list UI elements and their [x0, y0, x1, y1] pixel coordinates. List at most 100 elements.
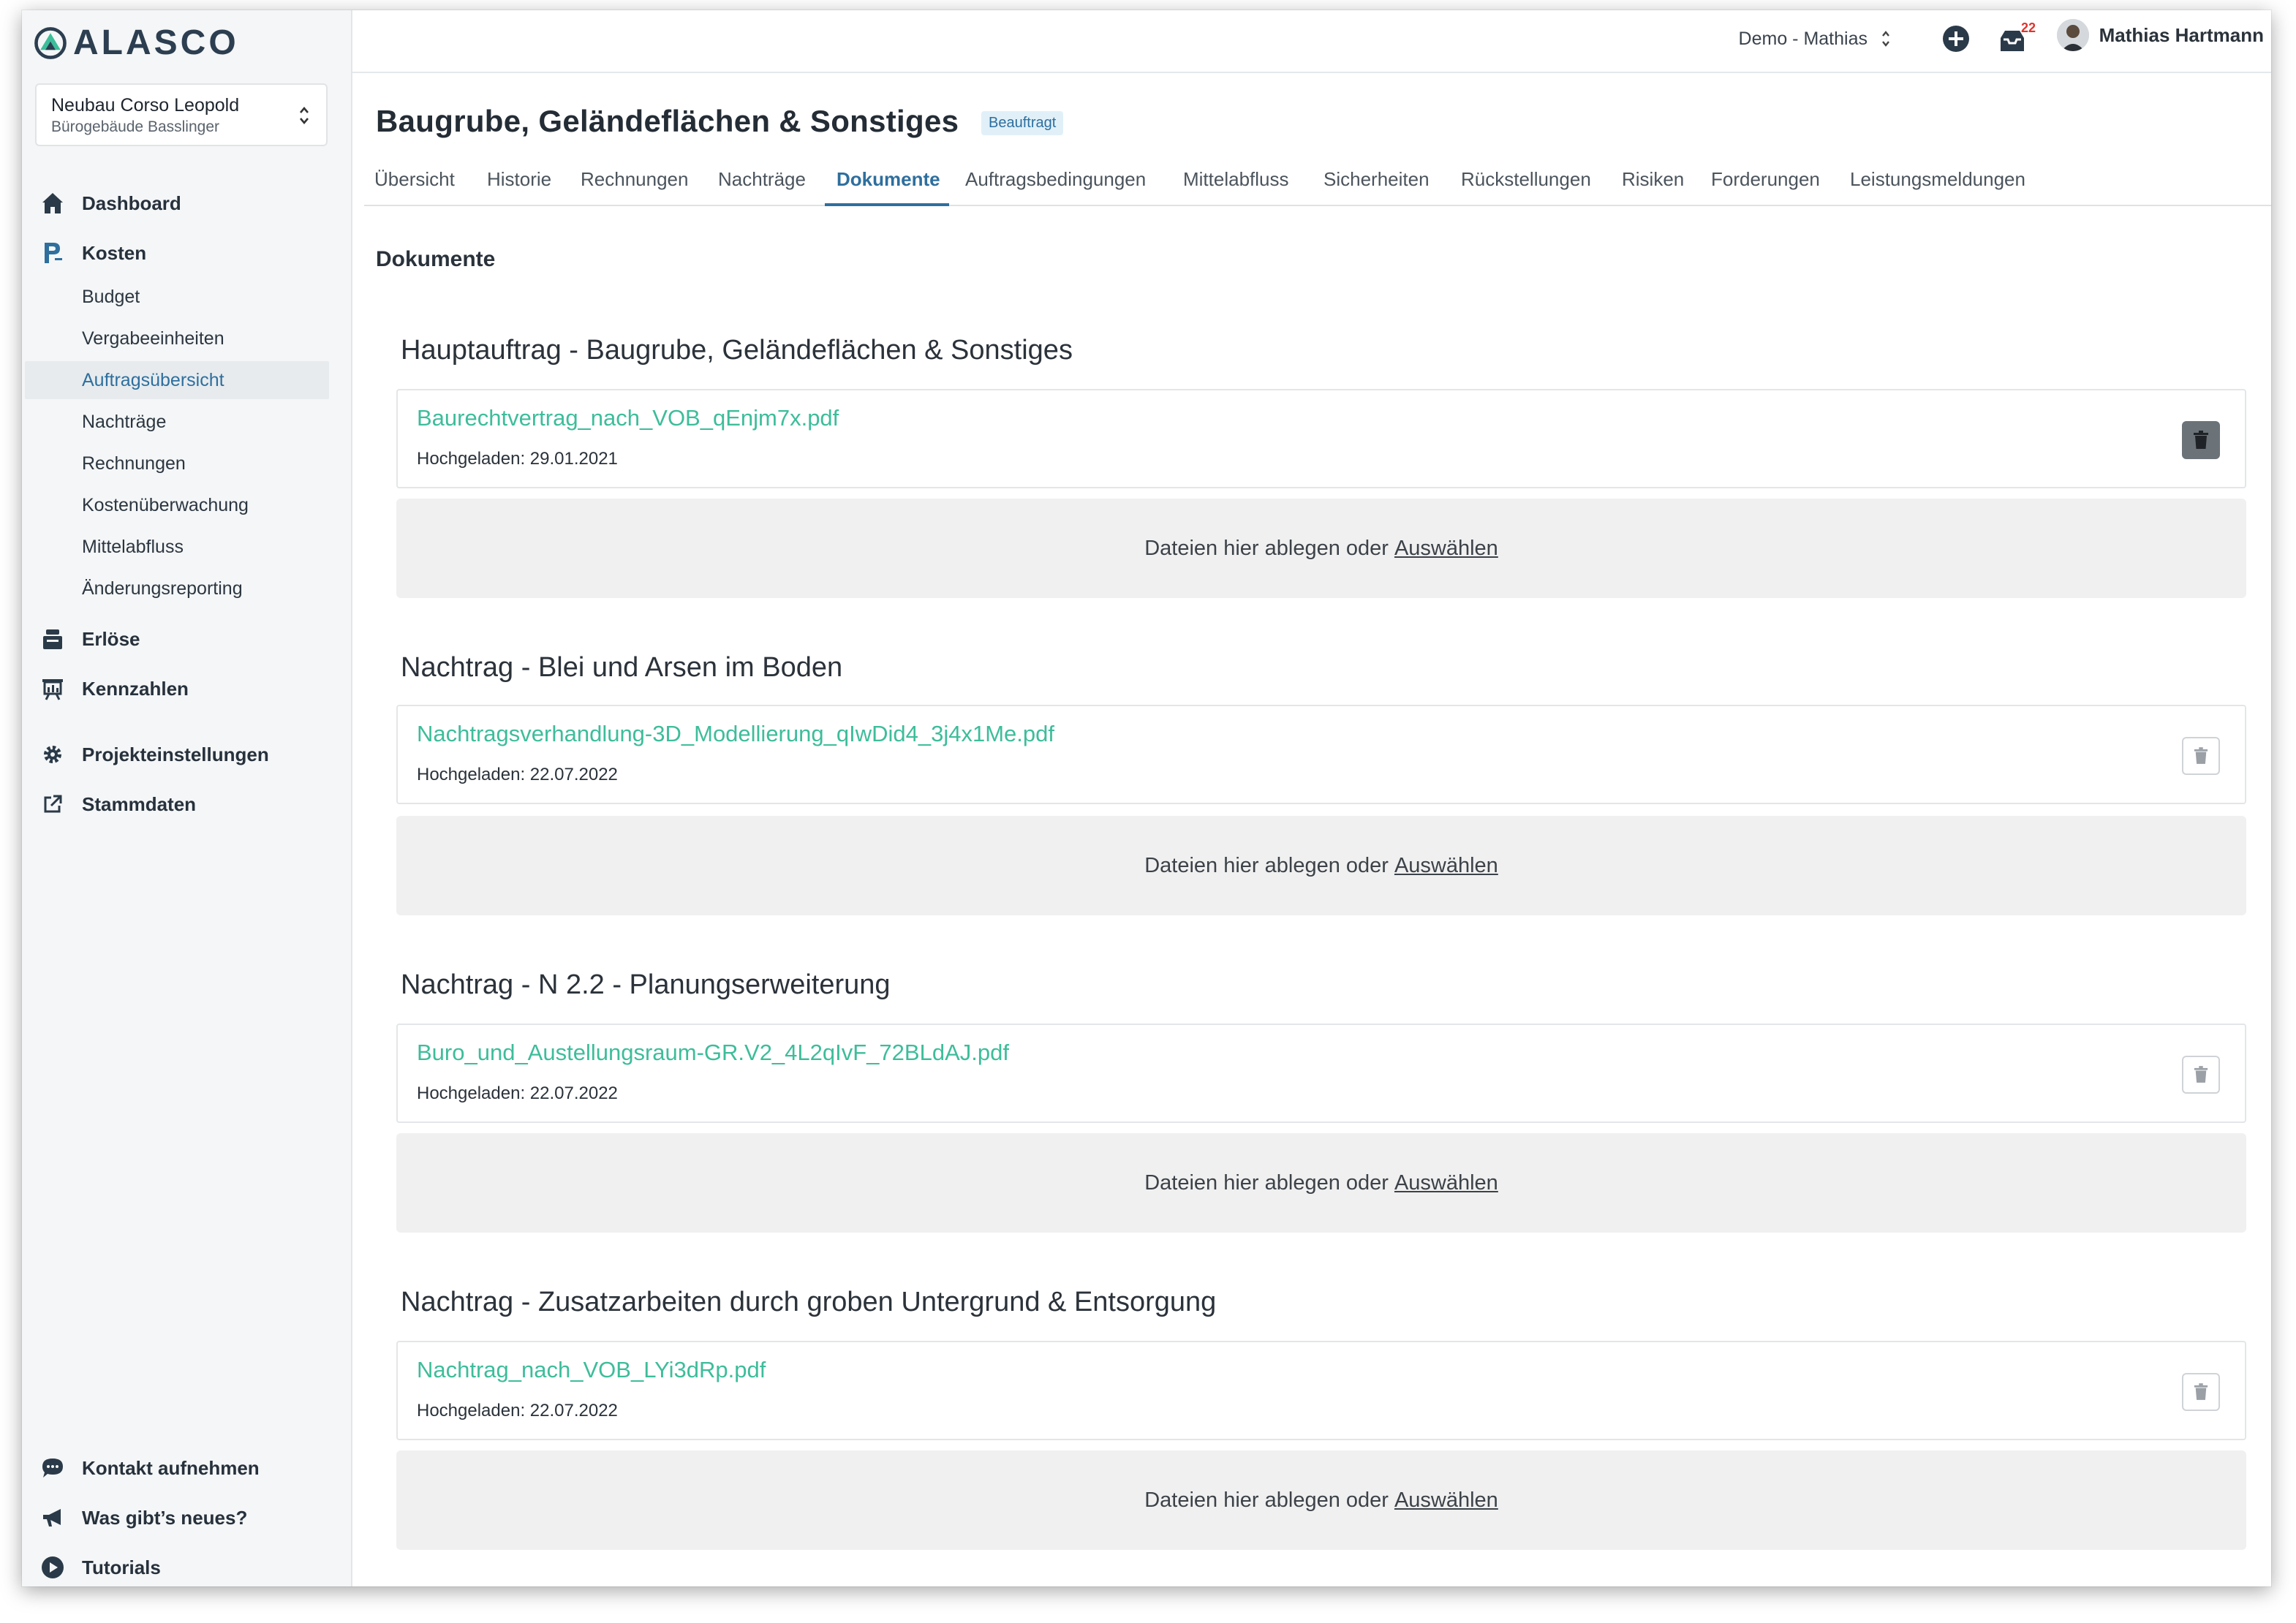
tab-dokumente[interactable]: Dokumente — [837, 168, 940, 191]
sidebar-item-kontakt[interactable]: Kontakt aufnehmen — [22, 1448, 329, 1488]
sidebar-subitem-vergabeeinheiten[interactable]: Vergabeeinheiten — [25, 319, 329, 357]
status-badge: Beauftragt — [981, 111, 1064, 135]
select-file-link[interactable]: Auswählen — [1394, 537, 1498, 561]
notifications-button[interactable]: 22 — [1998, 20, 2036, 57]
user-menu[interactable]: Mathias Hartmann — [2056, 19, 2264, 51]
sidebar-item-label: Dashboard — [82, 192, 181, 214]
tab-mittelabfluss[interactable]: Mittelabfluss — [1183, 168, 1289, 191]
sidebar-subitem-aenderungsreporting[interactable]: Änderungsreporting — [25, 570, 329, 608]
tab-risiken[interactable]: Risiken — [1622, 168, 1684, 191]
app-window: ALASCO Neubau Corso Leopold Bürogebäude … — [22, 10, 2271, 1586]
file-dropzone[interactable]: Dateien hier ablegen oder Auswählen — [396, 499, 2246, 598]
dropzone-text: Dateien hier ablegen oder — [1144, 536, 1389, 560]
sidebar-subitem-budget[interactable]: Budget — [25, 278, 329, 316]
sidebar-item-erloese[interactable]: Erlöse — [22, 618, 329, 659]
project-name: Neubau Corso Leopold — [51, 95, 240, 116]
subitem-label: Nachträge — [82, 411, 167, 432]
sidebar-subitem-auftragsuebersicht[interactable]: Auftragsübersicht — [25, 361, 329, 399]
page-title: Baugrube, Geländeflächen & Sonstiges — [376, 104, 959, 138]
dropzone-text: Dateien hier ablegen oder — [1144, 1488, 1389, 1512]
sidebar-item-label: Kontakt aufnehmen — [82, 1456, 260, 1479]
external-link-icon — [39, 791, 66, 817]
select-file-link[interactable]: Auswählen — [1394, 1488, 1498, 1513]
home-icon — [39, 190, 66, 216]
sidebar-item-stammdaten[interactable]: Stammdaten — [22, 784, 329, 825]
select-file-link[interactable]: Auswählen — [1394, 854, 1498, 878]
delete-file-button[interactable] — [2182, 737, 2220, 775]
tab-sicherheiten[interactable]: Sicherheiten — [1323, 168, 1430, 191]
document-group-title: Hauptauftrag - Baugrube, Geländeflächen … — [401, 335, 1073, 366]
trash-icon — [2194, 431, 2208, 449]
revenue-icon — [39, 626, 66, 652]
tab-leistungsmeldungen[interactable]: Leistungsmeldungen — [1850, 168, 2025, 191]
file-dropzone[interactable]: Dateien hier ablegen oder Auswählen — [396, 1450, 2246, 1550]
sidebar-item-kosten[interactable]: Kosten — [22, 232, 329, 273]
tab-nachtraege[interactable]: Nachträge — [718, 168, 806, 191]
tab-rueckstellungen[interactable]: Rückstellungen — [1461, 168, 1591, 191]
sidebar-item-neuigkeiten[interactable]: Was gibt’s neues? — [22, 1497, 329, 1538]
logo-text: ALASCO — [73, 23, 239, 62]
sidebar-subitem-mittelabfluss[interactable]: Mittelabfluss — [25, 528, 329, 566]
add-icon[interactable] — [1941, 23, 1971, 54]
avatar — [2056, 19, 2089, 51]
chart-icon — [39, 676, 66, 702]
sidebar-item-label: Kennzahlen — [82, 677, 189, 700]
upload-date: Hochgeladen: 22.07.2022 — [417, 1083, 618, 1103]
file-dropzone[interactable]: Dateien hier ablegen oder Auswählen — [396, 1133, 2246, 1233]
tab-auftragsbedingungen[interactable]: Auftragsbedingungen — [965, 168, 1146, 191]
tab-historie[interactable]: Historie — [487, 168, 551, 191]
user-name: Mathias Hartmann — [2099, 23, 2264, 46]
subitem-label: Budget — [82, 286, 140, 307]
section-heading: Dokumente — [376, 247, 496, 271]
tab-rechnungen[interactable]: Rechnungen — [581, 168, 688, 191]
demo-select-value: Demo - Mathias — [1738, 28, 1868, 49]
delete-file-button[interactable] — [2182, 421, 2220, 459]
play-icon — [39, 1554, 66, 1581]
file-link[interactable]: Baurechtvertrag_nach_VOB_qEnjm7x.pdf — [417, 405, 839, 431]
tab-bar: Übersicht Historie Rechnungen Nachträge … — [364, 161, 2271, 206]
file-dropzone[interactable]: Dateien hier ablegen oder Auswählen — [396, 816, 2246, 915]
tab-forderungen[interactable]: Forderungen — [1711, 168, 1820, 191]
sidebar-item-projekteinstellungen[interactable]: Projekteinstellungen — [22, 734, 329, 775]
sidebar-item-tutorials[interactable]: Tutorials — [22, 1547, 329, 1586]
delete-file-button[interactable] — [2182, 1373, 2220, 1411]
subitem-label: Vergabeeinheiten — [82, 328, 224, 349]
document-group-title: Nachtrag - Zusatzarbeiten durch groben U… — [401, 1287, 1217, 1317]
upload-date: Hochgeladen: 22.07.2022 — [417, 1401, 618, 1420]
subitem-label: Änderungsreporting — [82, 578, 243, 599]
alasco-logo[interactable]: ALASCO — [34, 23, 239, 62]
sidebar-subitem-rechnungen[interactable]: Rechnungen — [25, 444, 329, 483]
file-link[interactable]: Buro_und_Austellungsraum-GR.V2_4L2qIvF_7… — [417, 1040, 1009, 1066]
sidebar-subitem-nachtraege[interactable]: Nachträge — [25, 403, 329, 441]
upload-date: Hochgeladen: 22.07.2022 — [417, 765, 618, 784]
updown-arrows-icon — [1882, 31, 1889, 47]
project-subtitle: Bürogebäude Basslinger — [51, 118, 219, 135]
sidebar-item-label: Erlöse — [82, 627, 140, 650]
sidebar-item-dashboard[interactable]: Dashboard — [22, 183, 329, 224]
sidebar-item-label: Was gibt’s neues? — [82, 1506, 248, 1529]
sidebar-item-label: Kosten — [82, 241, 147, 264]
updown-arrows-icon — [300, 106, 309, 125]
file-link[interactable]: Nachtrag_nach_VOB_LYi3dRp.pdf — [417, 1357, 766, 1383]
trash-icon — [2194, 1066, 2208, 1083]
main-content: Baugrube, Geländeflächen & Sonstiges Bea… — [352, 73, 2271, 1586]
file-link[interactable]: Nachtragsverhandlung-3D_Modellierung_qIw… — [417, 721, 1054, 747]
sidebar: ALASCO Neubau Corso Leopold Bürogebäude … — [22, 10, 352, 1586]
subitem-label: Kostenüberwachung — [82, 494, 249, 515]
dropzone-text: Dateien hier ablegen oder — [1144, 1170, 1389, 1195]
sidebar-subitem-kostenueberwachung[interactable]: Kostenüberwachung — [25, 486, 329, 524]
sidebar-item-kennzahlen[interactable]: Kennzahlen — [22, 668, 329, 709]
project-select[interactable]: Neubau Corso Leopold Bürogebäude Basslin… — [35, 83, 328, 146]
trash-icon — [2194, 747, 2208, 764]
notification-count-badge: 22 — [2020, 20, 2036, 35]
tab-uebersicht[interactable]: Übersicht — [374, 168, 455, 191]
demo-select[interactable]: Demo - Mathias — [1739, 28, 1891, 50]
delete-file-button[interactable] — [2182, 1056, 2220, 1094]
document-group-title: Nachtrag - Blei und Arsen im Boden — [401, 652, 843, 683]
select-file-link[interactable]: Auswählen — [1394, 1171, 1498, 1195]
subitem-label: Rechnungen — [82, 453, 186, 474]
gear-icon — [39, 741, 66, 768]
active-tab-indicator — [825, 203, 949, 206]
upload-date: Hochgeladen: 29.01.2021 — [417, 449, 618, 469]
topbar: Demo - Mathias 22 Mathias Hartmann — [352, 10, 2271, 73]
